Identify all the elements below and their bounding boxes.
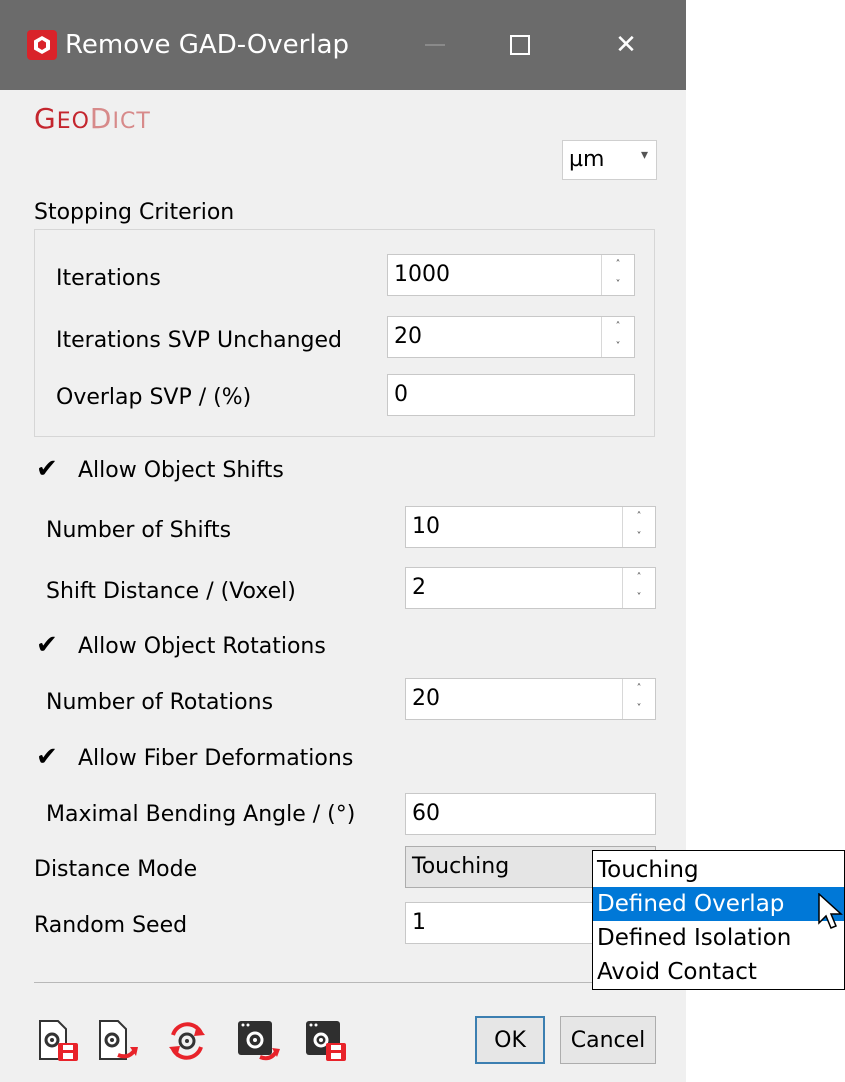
number-of-rotations-value: 20 [412,686,440,711]
allow-object-rotations-label[interactable]: Allow Object Rotations [78,634,326,659]
max-bending-angle-field[interactable]: 60 [405,793,656,835]
load-macro-icon[interactable] [236,1019,280,1063]
allow-fiber-deformations-checkbox[interactable]: ✔ [36,742,58,772]
distance-mode-value: Touching [412,854,510,879]
max-bending-angle-label: Maximal Bending Angle / (°) [46,802,356,827]
iterations-svp-unchanged-label: Iterations SVP Unchanged [56,328,343,353]
unit-select-value: µm [569,147,605,172]
spin-down-icon[interactable]: ˅ [623,527,655,547]
spin-up-icon[interactable]: ˄ [602,255,634,275]
spin-down-icon[interactable]: ˅ [623,588,655,608]
dropdown-option-avoid-contact[interactable]: Avoid Contact [593,955,844,989]
shift-distance-label: Shift Distance / (Voxel) [46,579,296,604]
spin-down-icon[interactable]: ˅ [602,275,634,295]
dropdown-option-defined-overlap[interactable]: Defined Overlap [593,887,844,921]
dialog-window: Remove GAD-Overlap ✕ GEODICT µm ▾ Stoppi… [0,0,686,1082]
window-title: Remove GAD-Overlap [65,30,350,60]
minimize-button[interactable] [405,22,465,68]
iterations-spin-buttons[interactable]: ˄ ˅ [601,255,634,295]
unit-select[interactable]: µm ▾ [562,140,657,180]
spin-down-icon[interactable]: ˅ [602,337,634,357]
title-bar[interactable]: Remove GAD-Overlap ✕ [0,0,686,90]
spin-up-icon[interactable]: ˄ [623,679,655,699]
shift-distance-value: 2 [412,575,426,600]
dropdown-option-defined-isolation[interactable]: Defined Isolation [593,921,844,955]
spin-up-icon[interactable]: ˄ [623,507,655,527]
iterations-svp-unchanged-spinbox[interactable]: 20 ˄ ˅ [387,316,635,358]
overlap-svp-field[interactable]: 0 [387,374,635,416]
allow-fiber-deformations-label[interactable]: Allow Fiber Deformations [78,746,353,771]
save-settings-icon[interactable] [36,1019,80,1063]
iterations-value: 1000 [394,262,450,287]
mouse-cursor-icon [818,893,843,929]
close-icon: ✕ [615,30,637,60]
number-of-rotations-spinbox[interactable]: 20 ˄ ˅ [405,678,656,720]
minimize-icon [425,44,445,46]
maximize-button[interactable] [490,22,550,68]
iterations-svp-unchanged-spin-buttons[interactable]: ˄ ˅ [601,317,634,357]
allow-object-shifts-checkbox[interactable]: ✔ [36,454,58,484]
logo-letters-eo: EO [56,109,90,134]
ok-button[interactable]: OK [475,1016,545,1064]
iterations-label: Iterations [56,266,161,291]
reset-settings-icon[interactable] [165,1019,209,1063]
number-of-shifts-spinbox[interactable]: 10 ˄ ˅ [405,506,656,548]
stopping-criterion-label: Stopping Criterion [34,200,235,225]
logo-letter-d: D [89,102,113,135]
overlap-svp-label: Overlap SVP / (%) [56,385,252,410]
distance-mode-label: Distance Mode [34,857,198,882]
spin-up-icon[interactable]: ˄ [623,568,655,588]
distance-mode-dropdown-list[interactable]: Touching Defined Overlap Defined Isolati… [592,850,845,990]
allow-object-rotations-checkbox[interactable]: ✔ [36,630,58,660]
iterations-svp-unchanged-value: 20 [394,324,422,349]
iterations-spinbox[interactable]: 1000 ˄ ˅ [387,254,635,296]
chevron-down-icon: ▾ [640,147,648,163]
number-of-rotations-label: Number of Rotations [46,690,274,715]
geodict-app-icon [27,30,57,60]
number-of-rotations-spin-buttons[interactable]: ˄ ˅ [622,679,655,719]
maximize-icon [510,35,530,55]
geodict-logo: GEODICT [34,102,151,135]
allow-object-shifts-label[interactable]: Allow Object Shifts [78,458,284,483]
logo-letter-g: G [34,102,57,135]
number-of-shifts-value: 10 [412,514,440,539]
number-of-shifts-spin-buttons[interactable]: ˄ ˅ [622,507,655,547]
load-settings-icon[interactable] [96,1019,140,1063]
shift-distance-spinbox[interactable]: 2 ˄ ˅ [405,567,656,609]
logo-letters-ict: ICT [112,109,151,134]
close-button[interactable]: ✕ [596,22,656,68]
overlap-svp-value: 0 [394,382,408,407]
dropdown-option-touching[interactable]: Touching [593,853,844,887]
spin-up-icon[interactable]: ˄ [602,317,634,337]
cancel-button[interactable]: Cancel [560,1016,656,1064]
spin-down-icon[interactable]: ˅ [623,699,655,719]
save-macro-icon[interactable] [304,1019,348,1063]
separator [34,982,655,983]
number-of-shifts-label: Number of Shifts [46,518,232,543]
random-seed-label: Random Seed [34,913,188,938]
max-bending-angle-value: 60 [412,801,440,826]
random-seed-value: 1 [412,910,426,935]
shift-distance-spin-buttons[interactable]: ˄ ˅ [622,568,655,608]
